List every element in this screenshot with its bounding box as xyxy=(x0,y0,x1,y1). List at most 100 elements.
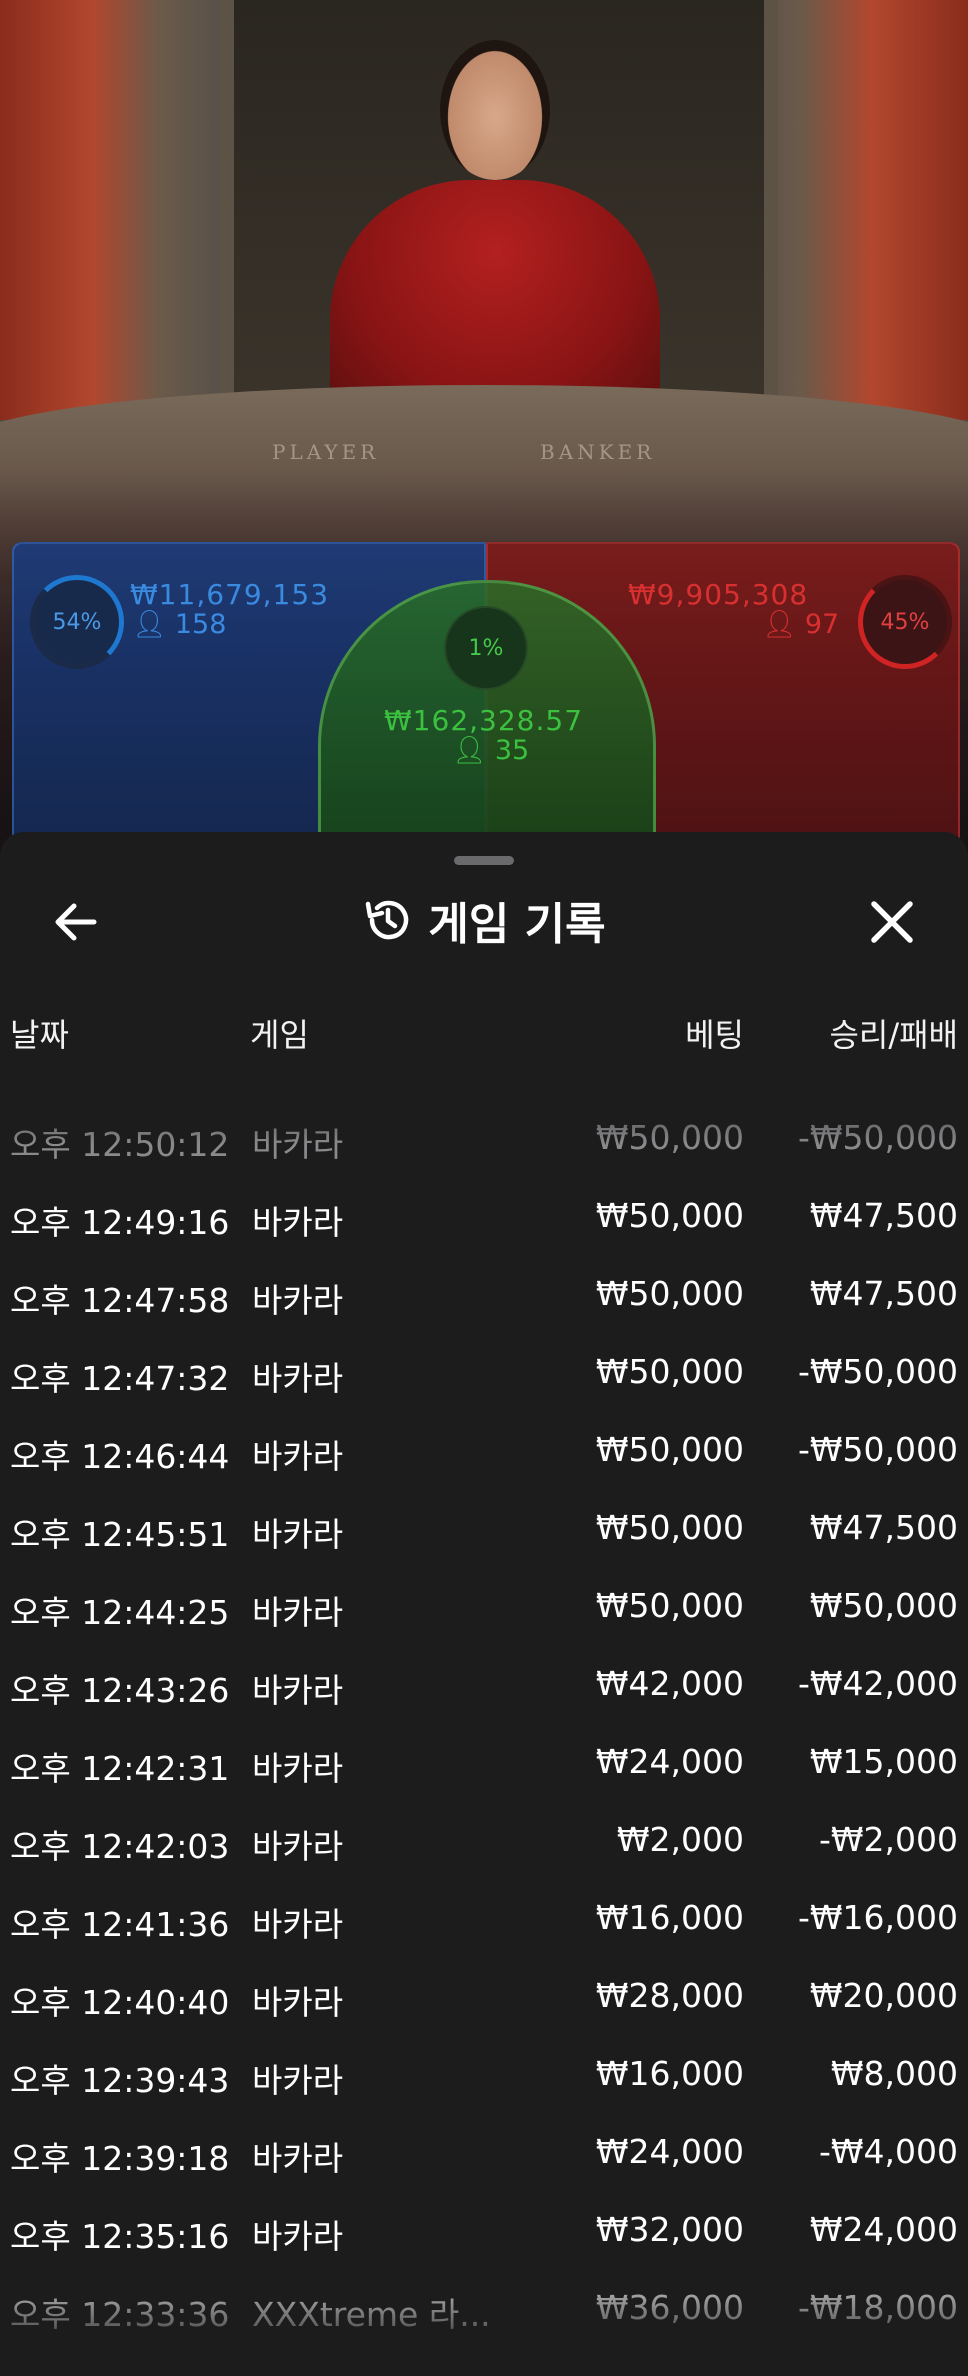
banker-count: 👤︎ 97 xyxy=(762,608,839,640)
row-game: 바카라 xyxy=(252,1827,344,1866)
history-row[interactable]: 오후 12:46:44 바카라 ₩50,000 -₩50,000 xyxy=(0,1412,968,1490)
player-count: 👤︎ 158 xyxy=(132,608,226,640)
tie-percent: 1% xyxy=(468,635,504,661)
banker-count-value: 97 xyxy=(804,609,840,640)
row-bet: ₩50,000 xyxy=(595,1274,744,1313)
row-game: 바카라 xyxy=(252,2217,344,2256)
row-game: 바카라 xyxy=(252,1281,344,1320)
row-date: 오후 12:42:03 xyxy=(10,1827,230,1866)
row-win-loss: -₩2,000 xyxy=(818,1820,958,1859)
row-win-loss: ₩50,000 xyxy=(809,1586,958,1625)
row-bet: ₩36,000 xyxy=(595,2288,744,2327)
row-bet: ₩50,000 xyxy=(595,1196,744,1235)
row-date: 오후 12:43:26 xyxy=(10,1671,230,1710)
row-date: 오후 12:47:58 xyxy=(10,1281,230,1320)
row-game: 바카라 xyxy=(252,1671,344,1710)
row-game: 바카라 xyxy=(252,2139,344,2178)
table-player-text: PLAYER xyxy=(272,440,380,464)
column-header-date: 날짜 xyxy=(10,1016,69,1054)
row-date: 오후 12:47:32 xyxy=(10,1359,230,1398)
banker-total-amount: ₩9,905,308 xyxy=(628,578,809,611)
sheet-title: 게임 기록 xyxy=(428,899,606,950)
dealer-head xyxy=(440,40,550,180)
history-row[interactable]: 오후 12:39:18 바카라 ₩24,000 -₩4,000 xyxy=(0,2114,968,2192)
dealer-figure xyxy=(330,180,660,420)
row-game: 바카라 xyxy=(252,1203,344,1242)
row-win-loss: ₩47,500 xyxy=(809,1508,958,1547)
column-header-game: 게임 xyxy=(250,1016,309,1054)
banker-percent-ring: 45% xyxy=(858,575,952,669)
user-icon: 👤︎ xyxy=(132,609,167,640)
player-percent-ring: 54% xyxy=(30,575,124,669)
row-win-loss: -₩42,000 xyxy=(797,1664,958,1703)
row-date: 오후 12:39:43 xyxy=(10,2061,230,2100)
history-row[interactable]: 오후 12:44:25 바카라 ₩50,000 ₩50,000 xyxy=(0,1568,968,1646)
row-game: 바카라 xyxy=(252,1593,344,1632)
row-game: 바카라 xyxy=(252,1515,344,1554)
history-row[interactable]: 오후 12:35:16 바카라 ₩32,000 ₩24,000 xyxy=(0,2192,968,2270)
close-button[interactable] xyxy=(862,892,922,952)
row-bet: ₩16,000 xyxy=(595,1898,744,1937)
history-row[interactable]: 오후 12:45:51 바카라 ₩50,000 ₩47,500 xyxy=(0,1490,968,1568)
row-game: 바카라 xyxy=(252,1125,344,1164)
row-win-loss: ₩20,000 xyxy=(809,1976,958,2015)
history-row[interactable]: 오후 12:42:03 바카라 ₩2,000 -₩2,000 xyxy=(0,1802,968,1880)
tie-count: 👤︎ 35 xyxy=(452,734,529,766)
tie-percent-ring: 1% xyxy=(444,606,528,690)
row-date: 오후 12:41:36 xyxy=(10,1905,230,1944)
tie-total-amount: ₩162,328.57 xyxy=(384,704,584,737)
row-game: 바카라 xyxy=(252,1905,344,1944)
close-icon xyxy=(871,901,913,943)
row-bet: ₩50,000 xyxy=(595,1586,744,1625)
column-header-win-loss: 승리/패배 xyxy=(829,1016,958,1054)
history-row[interactable]: 오후 12:39:43 바카라 ₩16,000 ₩8,000 xyxy=(0,2036,968,2114)
banker-percent: 45% xyxy=(880,609,930,635)
row-bet: ₩28,000 xyxy=(595,1976,744,2015)
history-row[interactable]: 오후 12:47:58 바카라 ₩50,000 ₩47,500 xyxy=(0,1256,968,1334)
row-bet: ₩50,000 xyxy=(595,1508,744,1547)
row-win-loss: ₩8,000 xyxy=(830,2054,958,2093)
history-row[interactable]: 오후 12:42:31 바카라 ₩24,000 ₩15,000 xyxy=(0,1724,968,1802)
player-count-value: 158 xyxy=(174,609,227,640)
row-game: 바카라 xyxy=(252,2061,344,2100)
row-date: 오후 12:33:36 xyxy=(10,2295,230,2334)
row-bet: ₩2,000 xyxy=(616,1820,744,1859)
sheet-header: 게임 기록 xyxy=(0,890,968,950)
column-header-bet: 베팅 xyxy=(685,1016,744,1054)
row-win-loss: -₩50,000 xyxy=(797,1118,958,1157)
row-game: XXXtreme 라... xyxy=(252,2295,491,2334)
row-game: 바카라 xyxy=(252,1749,344,1788)
row-date: 오후 12:46:44 xyxy=(10,1437,230,1476)
row-bet: ₩24,000 xyxy=(595,1742,744,1781)
row-date: 오후 12:35:16 xyxy=(10,2217,230,2256)
row-win-loss: -₩50,000 xyxy=(797,1430,958,1469)
row-game: 바카라 xyxy=(252,1437,344,1476)
row-win-loss: ₩47,500 xyxy=(809,1196,958,1235)
sheet-drag-handle[interactable] xyxy=(454,856,514,865)
player-percent: 54% xyxy=(52,609,102,635)
row-win-loss: ₩47,500 xyxy=(809,1274,958,1313)
history-row[interactable]: 오후 12:41:36 바카라 ₩16,000 -₩16,000 xyxy=(0,1880,968,1958)
row-bet: ₩50,000 xyxy=(595,1430,744,1469)
row-bet: ₩32,000 xyxy=(595,2210,744,2249)
row-game: 바카라 xyxy=(252,1359,344,1398)
row-game: 바카라 xyxy=(252,1983,344,2022)
row-date: 오후 12:39:18 xyxy=(10,2139,230,2178)
history-row[interactable]: 오후 12:50:12 바카라 ₩50,000 -₩50,000 xyxy=(0,1100,968,1178)
live-video-stream: PLAYER BANKER 54% ₩11,679,153 👤︎ 158 1% … xyxy=(0,0,968,880)
user-icon: 👤︎ xyxy=(452,735,487,766)
row-bet: ₩50,000 xyxy=(595,1352,744,1391)
row-date: 오후 12:49:16 xyxy=(10,1203,230,1242)
game-history-sheet: 게임 기록 날짜 게임 베팅 승리/패배 오후 12:50:12 바카라 ₩50,0… xyxy=(0,832,968,2376)
history-row[interactable]: 오후 12:49:16 바카라 ₩50,000 ₩47,500 xyxy=(0,1178,968,1256)
row-win-loss: -₩16,000 xyxy=(797,1898,958,1937)
history-icon xyxy=(366,900,409,940)
row-bet: ₩50,000 xyxy=(595,1118,744,1157)
row-win-loss: -₩18,000 xyxy=(797,2288,958,2327)
history-row[interactable]: 오후 12:33:36 XXXtreme 라... ₩36,000 -₩18,000 xyxy=(0,2270,968,2348)
row-win-loss: -₩4,000 xyxy=(818,2132,958,2171)
row-win-loss: ₩15,000 xyxy=(809,1742,958,1781)
history-row[interactable]: 오후 12:40:40 바카라 ₩28,000 ₩20,000 xyxy=(0,1958,968,2036)
history-row[interactable]: 오후 12:43:26 바카라 ₩42,000 -₩42,000 xyxy=(0,1646,968,1724)
history-row[interactable]: 오후 12:47:32 바카라 ₩50,000 -₩50,000 xyxy=(0,1334,968,1412)
